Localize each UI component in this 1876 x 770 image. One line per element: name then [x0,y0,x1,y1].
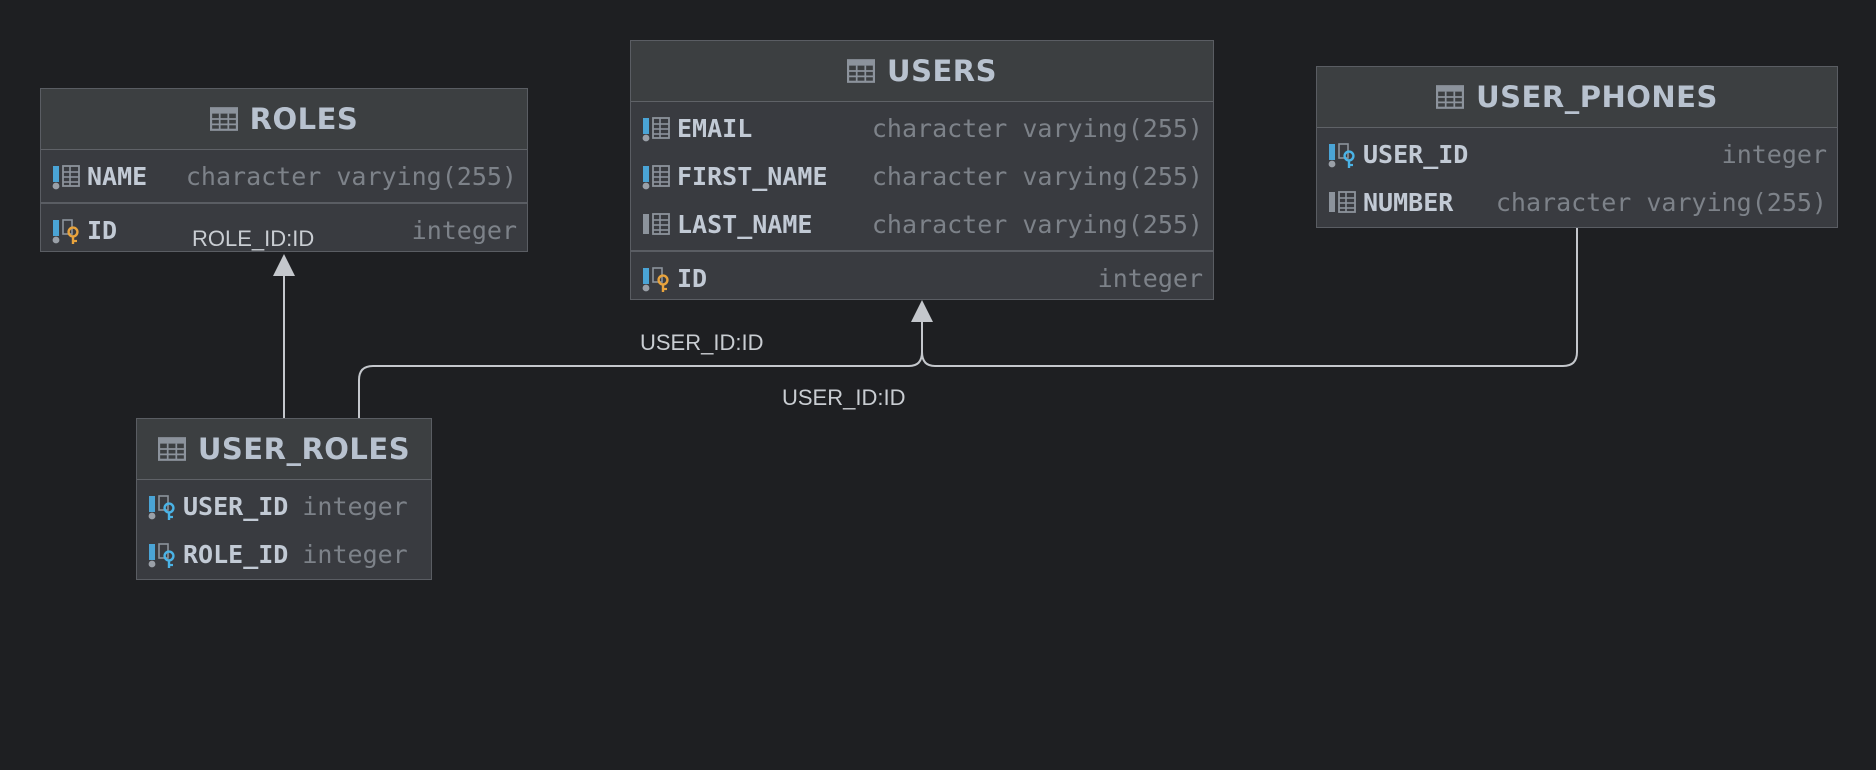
primary-key-section: ID integer [631,250,1213,304]
primary-key-column-icon [52,219,79,244]
foreign-key-column-icon [1328,143,1355,168]
columns-section: NAME character varying(255) [41,150,527,202]
column-type: integer [1721,139,1827,169]
column-name: EMAIL [677,113,753,143]
indexed-column-icon [642,161,671,190]
column-icon [643,209,671,239]
foreign-key-column-icon [148,543,175,568]
column-name: LAST_NAME [677,209,813,239]
column-type: character varying(255) [871,113,1203,143]
column-row[interactable]: USER_ID integer [137,482,431,530]
foreign-key-column-icon [148,495,175,520]
table-name: USER_PHONES [1476,80,1718,114]
columns-section: USER_ID integer NUMBER character varying… [1317,128,1837,228]
table-icon [1436,85,1464,109]
column-type: integer [411,215,517,245]
table-user-phones[interactable]: USER_PHONES USER_ID integer NUMBER chara… [1316,66,1838,228]
edge-label-user-phones-user-id: USER_ID:ID [782,385,906,410]
column-row[interactable]: USER_ID integer [1317,130,1837,178]
column-icon [1329,187,1357,217]
column-type: integer [302,491,408,521]
column-row[interactable]: LAST_NAME character varying(255) [631,200,1213,248]
column-type: character varying(255) [871,161,1203,191]
table-header: USERS [631,41,1213,102]
column-name: ROLE_ID [183,539,289,569]
table-icon [158,437,186,461]
table-header: USER_ROLES [137,419,431,480]
edge-label-user-roles-user-id: USER_ID:ID [640,330,764,355]
table-header: ROLES [41,89,527,150]
indexed-column-icon [642,113,671,142]
columns-section: EMAIL character varying(255) FIRST_NAME … [631,102,1213,250]
column-type: character varying(255) [871,209,1203,239]
er-diagram-canvas: ROLES NAME character varying(255) ID int… [0,0,1876,770]
table-user-roles[interactable]: USER_ROLES USER_ID integer ROLE_ID integ… [136,418,432,580]
table-name: ROLES [249,102,359,136]
column-row[interactable]: NAME character varying(255) [41,152,527,200]
indexed-column-icon [52,161,81,190]
column-name: ID [677,263,708,293]
primary-key-column-icon [642,267,669,292]
column-row[interactable]: ID integer [631,254,1213,302]
table-header: USER_PHONES [1317,67,1837,128]
column-name: NAME [87,161,148,191]
table-name: USERS [887,54,997,88]
column-row[interactable]: ROLE_ID integer [137,530,431,578]
column-name: NUMBER [1363,187,1454,217]
edge-label-role-id: ROLE_ID:ID [192,226,315,251]
table-name: USER_ROLES [197,432,411,466]
column-row[interactable]: NUMBER character varying(255) [1317,178,1837,226]
column-name: USER_ID [183,491,289,521]
column-type: character varying(255) [1495,187,1827,217]
table-icon [210,107,238,131]
column-name: USER_ID [1363,139,1469,169]
column-name: FIRST_NAME [677,161,828,191]
columns-section: USER_ID integer ROLE_ID integer [137,480,431,580]
arrowhead-roles [273,254,295,276]
column-type: character varying(255) [185,161,517,191]
column-type: integer [1097,263,1203,293]
column-name: ID [87,215,118,245]
column-type: integer [302,539,408,569]
table-users[interactable]: USERS EMAIL character varying(255) FIRST… [630,40,1214,300]
column-row[interactable]: FIRST_NAME character varying(255) [631,152,1213,200]
table-icon [847,59,875,83]
column-row[interactable]: EMAIL character varying(255) [631,104,1213,152]
